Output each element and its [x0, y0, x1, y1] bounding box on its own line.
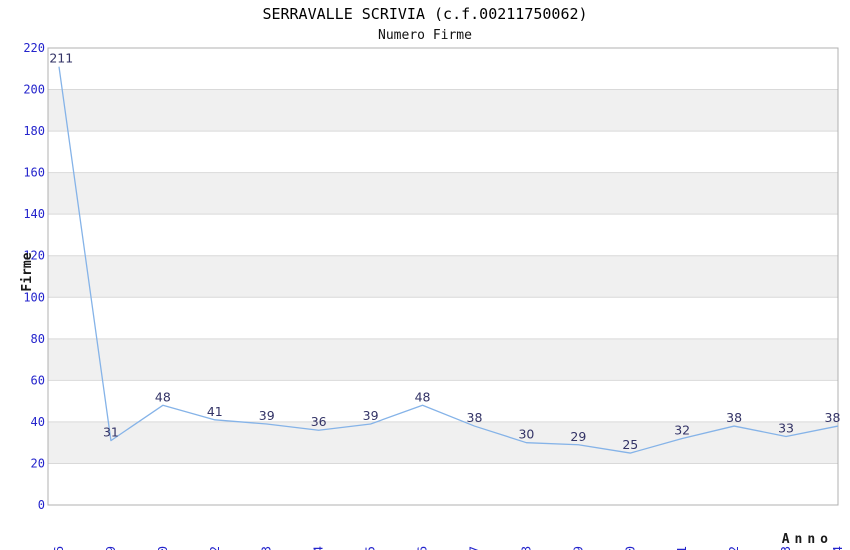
data-point-label: 39 [259, 408, 275, 423]
x-tick-label: 2015 [363, 546, 378, 550]
y-tick-label: 20 [31, 456, 45, 470]
y-tick-label: 140 [23, 207, 45, 221]
plot-band [48, 421, 838, 464]
y-tick-label: 80 [31, 332, 45, 346]
x-tick-label: 2006 [51, 546, 66, 550]
chart-subtitle: Numero Firme [378, 28, 472, 43]
line-chart: 0204060801001201401601802002202006200920… [20, 41, 845, 550]
data-point-label: 38 [467, 410, 483, 425]
data-point-label: 39 [363, 408, 379, 423]
y-tick-label: 220 [23, 41, 45, 55]
y-tick-label: 0 [38, 498, 45, 512]
y-tick-label: 200 [23, 83, 45, 97]
x-tick-label: 2020 [622, 546, 637, 550]
x-tick-label: 2021 [674, 546, 689, 550]
data-point-label: 36 [311, 414, 327, 429]
data-point-label: 31 [103, 425, 119, 440]
data-point-label: 33 [778, 420, 794, 435]
data-point-label: 32 [674, 423, 690, 438]
y-tick-label: 40 [31, 415, 45, 429]
data-point-label: 48 [415, 389, 431, 404]
x-tick-label: 2012 [207, 546, 222, 550]
data-point-label: 38 [825, 410, 841, 425]
x-tick-label: 2018 [518, 546, 533, 550]
plot-band [48, 172, 838, 215]
x-tick-label: 2019 [570, 546, 585, 550]
x-tick-label: 2022 [726, 546, 741, 550]
y-tick-label: 160 [23, 166, 45, 180]
data-point-label: 29 [570, 429, 586, 444]
chart-window: SERRAVALLE SCRIVIA (c.f.00211750062) Num… [0, 0, 850, 550]
data-point-label: 38 [726, 410, 742, 425]
plot-band [48, 89, 838, 132]
x-tick-label: 2009 [103, 546, 118, 550]
x-axis-title: Anno [782, 532, 833, 547]
chart-title: SERRAVALLE SCRIVIA (c.f.00211750062) [262, 5, 588, 23]
y-axis-title: Firme [20, 252, 35, 291]
data-point-label: 41 [207, 404, 223, 419]
x-tick-label: 2016 [415, 546, 430, 550]
data-point-label: 30 [518, 427, 534, 442]
x-tick-label: 2010 [155, 546, 170, 550]
x-tick-label: 2017 [466, 546, 481, 550]
y-tick-label: 60 [31, 373, 45, 387]
plot-band [48, 255, 838, 298]
data-point-label: 211 [49, 51, 73, 66]
data-point-label: 25 [622, 437, 638, 452]
plot-band [48, 338, 838, 381]
x-tick-label: 2013 [259, 546, 274, 550]
data-point-label: 48 [155, 389, 171, 404]
y-tick-label: 180 [23, 124, 45, 138]
x-tick-label: 2014 [311, 546, 326, 550]
